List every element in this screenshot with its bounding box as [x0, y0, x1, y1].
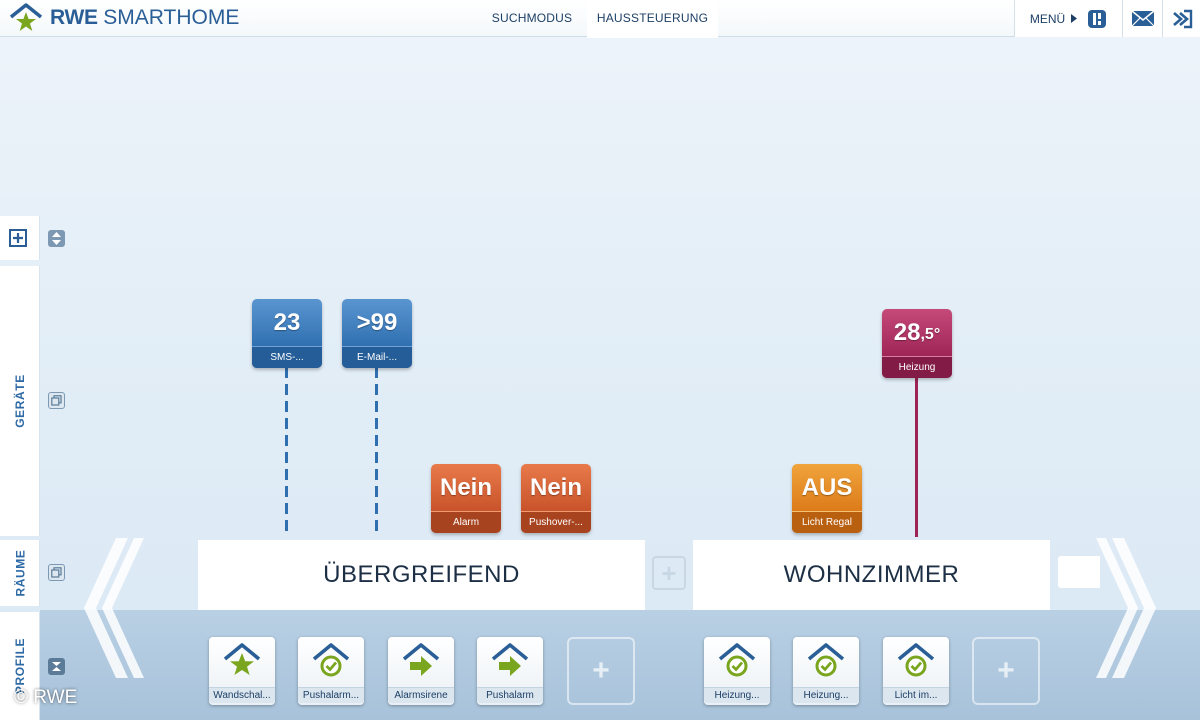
temperature-fraction: ,5°: [920, 325, 941, 343]
raeume-expand-button[interactable]: [48, 564, 65, 581]
tile-value: AUS: [801, 473, 853, 501]
brand-name: RWE SMARTHOME: [50, 6, 239, 30]
device-tile-pushover[interactable]: Nein Pushover-...: [521, 464, 591, 533]
window-restore-icon: [51, 567, 62, 578]
window-restore-icon: [51, 395, 62, 406]
geraete-expand-button[interactable]: [48, 392, 65, 409]
house-arrow-icon: [402, 643, 440, 676]
copyright-notice: © RWE: [14, 687, 78, 708]
profile-label: Heizung...: [704, 687, 770, 703]
tile-stem-email: [375, 367, 378, 537]
profile-tile[interactable]: Licht im...: [883, 637, 949, 705]
device-tile-sms[interactable]: 23 SMS-...: [252, 299, 322, 368]
profile-tile[interactable]: Pushalarm...: [298, 637, 364, 705]
caret-right-icon: [1071, 14, 1078, 23]
house-arrow-icon: [491, 643, 529, 676]
logout-button[interactable]: [1162, 0, 1200, 37]
logout-icon: [1172, 9, 1192, 28]
updown-arrows-icon: [52, 232, 61, 245]
raeume-label: RÄUME: [0, 540, 40, 606]
device-tile-heizung[interactable]: 28,5° Heizung: [882, 309, 952, 378]
add-profile-button[interactable]: +: [972, 637, 1040, 705]
tile-label: Heizung: [882, 356, 952, 378]
add-device-tab[interactable]: [0, 216, 40, 260]
device-tile-licht-regal[interactable]: AUS Licht Regal: [792, 464, 862, 533]
house-clock-icon: [807, 643, 845, 677]
tile-label: Licht Regal: [792, 511, 862, 533]
tab-haussteuerung[interactable]: HAUSSTEUERUNG: [587, 0, 718, 37]
tile-stem-sms: [285, 367, 288, 537]
top-bar: RWE SMARTHOME SUCHMODUS HAUSSTEUERUNG ME…: [0, 0, 1200, 37]
tile-value: Nein: [439, 473, 492, 501]
profile-tile[interactable]: Heizung...: [793, 637, 859, 705]
tile-label: E-Mail-...: [342, 346, 412, 368]
scroll-updown-button[interactable]: [48, 230, 65, 247]
menu-label: MENÜ: [1029, 11, 1066, 26]
geraete-label: GERÄTE: [0, 266, 40, 536]
tile-label: Pushover-...: [521, 511, 591, 533]
plus-icon: +: [661, 557, 677, 588]
tile-value: Nein: [529, 473, 582, 501]
tile-stem-heizung: [915, 377, 918, 537]
geraete-text: GERÄTE: [13, 374, 28, 428]
profile-tile[interactable]: Pushalarm: [477, 637, 543, 705]
room-uebergreifend[interactable]: ÜBERGREIFEND: [198, 540, 645, 610]
top-right-controls: MENÜ: [1014, 0, 1200, 37]
brand-bold: RWE: [50, 6, 98, 29]
room-name: WOHNZIMMER: [783, 561, 960, 588]
tile-label: SMS-...: [252, 346, 322, 368]
temperature-main: 28: [893, 318, 921, 346]
messages-button[interactable]: [1122, 0, 1162, 37]
tab-suchmodus[interactable]: SUCHMODUS: [480, 0, 584, 37]
room-next-peek[interactable]: [1058, 556, 1100, 588]
rwe-logo[interactable]: RWE SMARTHOME: [8, 3, 239, 33]
profile-tile[interactable]: Heizung...: [704, 637, 770, 705]
house-star-icon: [223, 643, 261, 675]
plus-icon: +: [592, 654, 610, 687]
device-tile-alarm[interactable]: Nein Alarm: [431, 464, 501, 533]
profile-label: Heizung...: [793, 687, 859, 703]
brand-light: SMARTHOME: [103, 6, 240, 29]
profile-label: Pushalarm...: [298, 687, 364, 703]
add-room-button[interactable]: +: [652, 556, 686, 590]
scroll-left-chevron-icon[interactable]: [76, 538, 146, 678]
house-star-logo-icon: [9, 3, 43, 31]
collapse-arrows-icon: [52, 662, 61, 671]
tile-label: Alarm: [431, 511, 501, 533]
room-name: ÜBERGREIFEND: [323, 561, 520, 588]
device-tile-email[interactable]: >99 E-Mail-...: [342, 299, 412, 368]
scroll-right-chevron-icon[interactable]: [1094, 538, 1164, 678]
raeume-text: RÄUME: [13, 549, 27, 597]
house-clock-icon: [718, 643, 756, 677]
profile-text: PROFILE: [13, 637, 28, 695]
profile-collapse-button[interactable]: [48, 658, 65, 675]
profile-tile[interactable]: Alarmsirene: [388, 637, 454, 705]
profile-tile[interactable]: Wandschal...: [209, 637, 275, 705]
tile-value: 23: [273, 308, 301, 336]
house-clock-icon: [897, 643, 935, 677]
tile-value: 28,5°: [882, 309, 952, 356]
room-wohnzimmer[interactable]: WOHNZIMMER: [693, 540, 1050, 610]
tile-value: >99: [356, 308, 398, 336]
add-square-icon: [9, 229, 27, 247]
profile-label: Pushalarm: [477, 687, 543, 703]
profile-label: Wandschal...: [209, 687, 275, 703]
plus-icon: +: [997, 654, 1015, 687]
user-menu-icon: [1088, 9, 1107, 28]
menu-button[interactable]: MENÜ: [1014, 0, 1122, 37]
profile-label: Alarmsirene: [388, 687, 454, 703]
add-profile-button[interactable]: +: [567, 637, 635, 705]
profile-label: Licht im...: [883, 687, 949, 703]
house-clock-icon: [312, 643, 350, 677]
envelope-icon: [1130, 10, 1155, 27]
